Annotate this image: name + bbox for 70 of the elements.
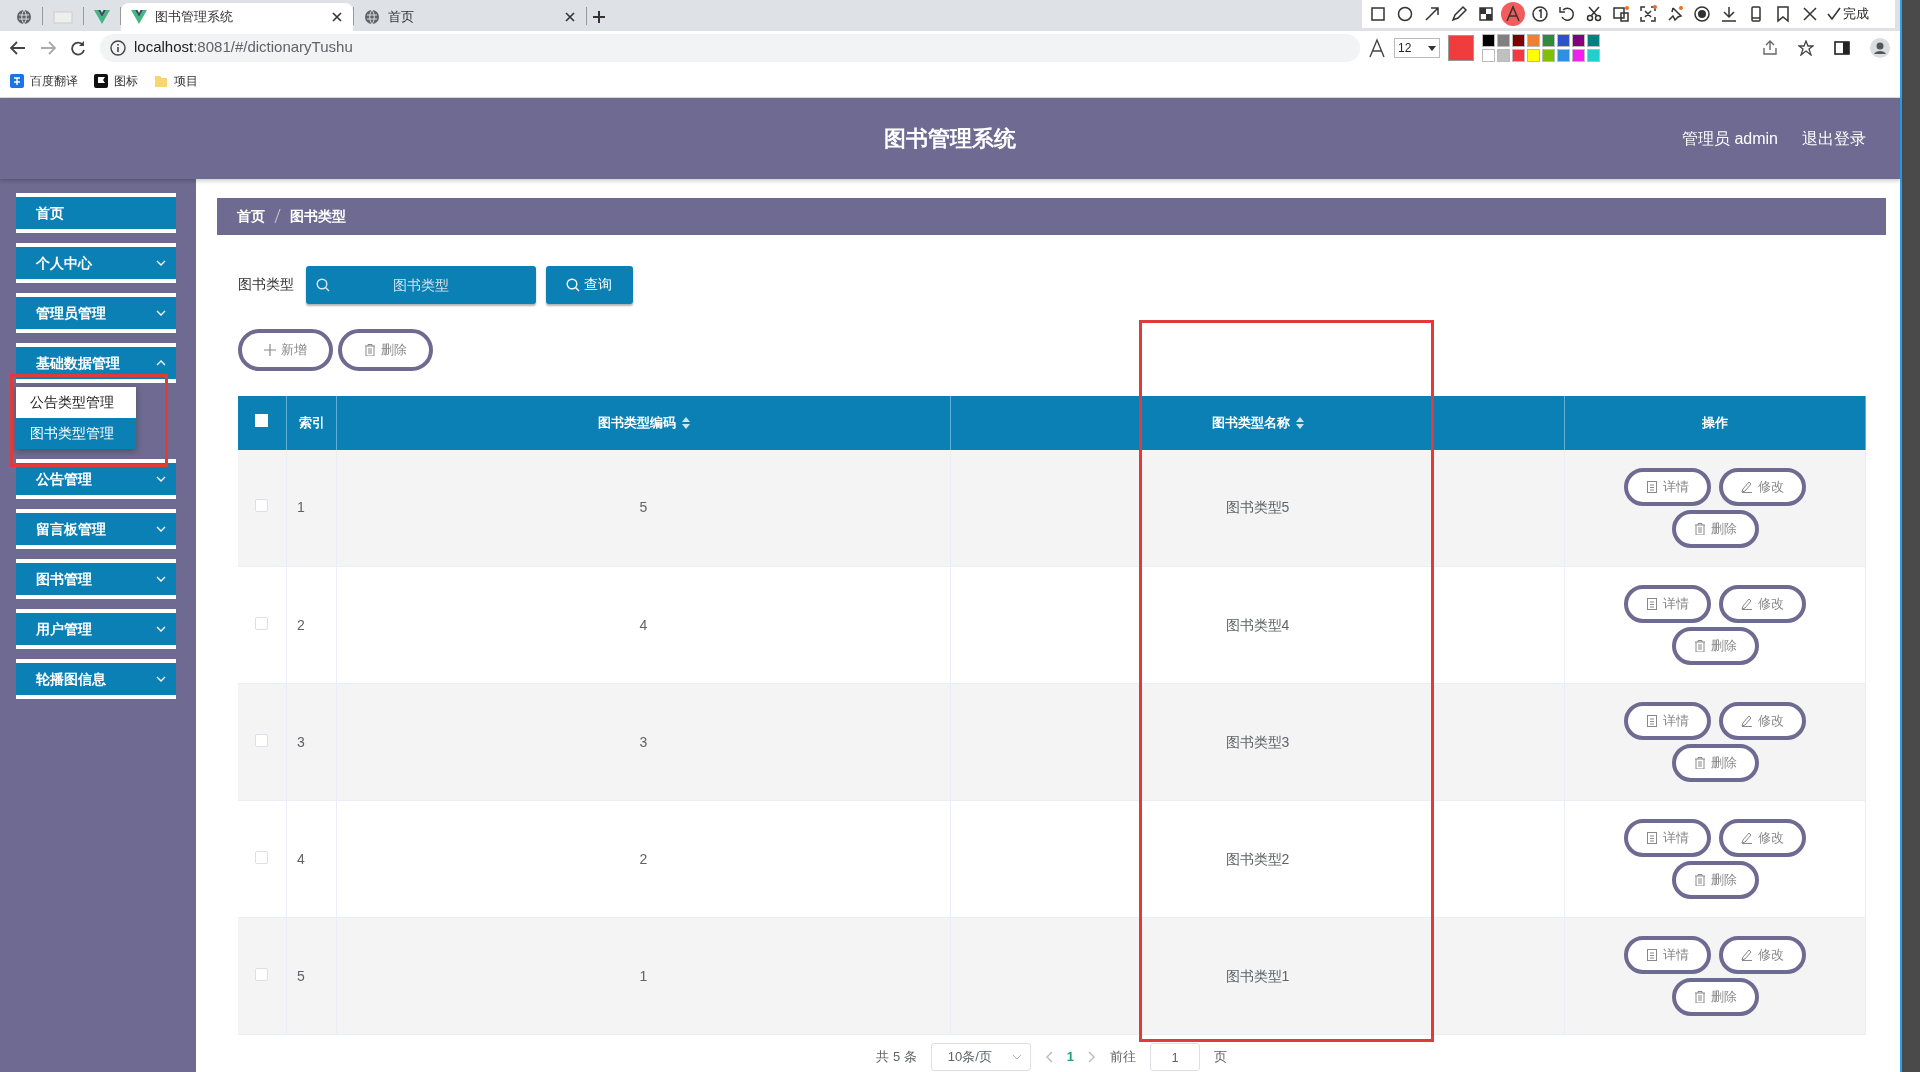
table-cell: 1 <box>639 967 648 984</box>
delete-button[interactable]: 删除 <box>1671 861 1759 899</box>
column-header: 操作 <box>1702 413 1728 432</box>
menu-item[interactable]: 留言板管理 <box>16 509 176 549</box>
menu-item[interactable]: 管理员管理 <box>16 293 176 333</box>
address-bar[interactable]: localhost:8081/#/dictionaryTushu <box>100 33 1360 62</box>
detail-button[interactable]: 详情 <box>1624 702 1711 740</box>
column-header: 索引 <box>298 413 325 432</box>
add-button[interactable]: 新增 <box>237 328 333 371</box>
table-cell: 4 <box>639 616 648 633</box>
browser-tab[interactable]: 图书管理系统 <box>121 3 353 31</box>
menu-item[interactable]: 轮播图信息 <box>16 659 176 699</box>
menu-item[interactable]: 公告管理 <box>16 459 176 499</box>
menu-item[interactable]: 图书管理 <box>16 559 176 599</box>
submenu-item[interactable]: 图书类型管理 <box>16 418 136 449</box>
submenu-item[interactable]: 公告类型管理 <box>16 387 136 418</box>
search-field[interactable]: 图书类型 <box>305 265 536 304</box>
table-cell: 5 <box>639 499 648 516</box>
bookmark[interactable]: 百度翻译 <box>10 71 78 90</box>
edit-button[interactable]: 修改 <box>1719 467 1806 506</box>
table-cell: 4 <box>297 850 305 867</box>
delete-button[interactable]: 删除 <box>1671 978 1759 1016</box>
detail-button[interactable]: 详情 <box>1624 467 1711 506</box>
page-number[interactable]: 1 <box>1066 1047 1075 1067</box>
total-count: 共 5 条 <box>876 1048 917 1067</box>
detail-button[interactable]: 详情 <box>1624 585 1711 623</box>
page-suffix: 页 <box>1214 1048 1228 1067</box>
table-cell: 图书类型5 <box>1225 499 1290 516</box>
edit-button[interactable]: 修改 <box>1719 585 1806 623</box>
font-size-select[interactable]: 12 <box>1394 38 1440 58</box>
table-cell: 图书类型2 <box>1225 850 1290 867</box>
user-label: 管理员 admin <box>1681 128 1778 149</box>
detail-button[interactable]: 详情 <box>1624 936 1711 974</box>
edit-button[interactable]: 修改 <box>1719 819 1806 857</box>
url-text: localhost:8081/#/dictionaryTushu <box>134 37 353 58</box>
menu-item[interactable]: 个人中心 <box>16 243 176 283</box>
table-cell: 图书类型4 <box>1225 616 1290 633</box>
table-cell: 图书类型3 <box>1225 733 1290 750</box>
edit-button[interactable]: 修改 <box>1719 936 1806 974</box>
browser-tab[interactable]: 首页 <box>354 3 586 31</box>
table-cell: 3 <box>297 733 305 750</box>
breadcrumb-item[interactable]: 首页 <box>236 205 265 227</box>
table-cell: 2 <box>639 850 648 867</box>
table-cell: 图书类型1 <box>1225 967 1290 984</box>
detail-button[interactable]: 详情 <box>1624 819 1711 857</box>
table-cell: 3 <box>639 733 648 750</box>
column-header[interactable]: 图书类型名称 <box>1211 412 1304 433</box>
bookmark[interactable]: 项目 <box>154 71 198 90</box>
edit-button[interactable]: 修改 <box>1719 702 1806 740</box>
done-button[interactable]: 完成 <box>1825 4 1871 24</box>
page-size-select[interactable]: 10条/页 <box>930 1043 1031 1071</box>
logout-link[interactable]: 退出登录 <box>1802 126 1866 151</box>
table-cell: 5 <box>297 967 305 984</box>
delete-button[interactable]: 删除 <box>1671 744 1759 782</box>
menu-item[interactable]: 基础数据管理 <box>16 343 176 383</box>
table-cell: 2 <box>297 616 305 633</box>
field-label: 图书类型 <box>237 275 294 294</box>
column-header[interactable]: 图书类型编码 <box>597 412 690 433</box>
breadcrumb-item: 图书类型 <box>289 206 346 226</box>
delete-button[interactable]: 删除 <box>337 328 433 371</box>
search-button[interactable]: 查询 <box>545 265 633 304</box>
page-input[interactable]: 1 <box>1150 1043 1201 1071</box>
delete-button[interactable]: 删除 <box>1671 627 1759 665</box>
menu-item[interactable]: 用户管理 <box>16 609 176 649</box>
delete-button[interactable]: 删除 <box>1671 509 1759 548</box>
app-title: 图书管理系统 <box>884 125 1016 153</box>
bookmark[interactable]: 图标 <box>94 71 138 90</box>
goto-label: 前往 <box>1110 1048 1137 1067</box>
menu-item[interactable]: 首页 <box>16 193 176 233</box>
table-cell: 1 <box>297 499 305 516</box>
